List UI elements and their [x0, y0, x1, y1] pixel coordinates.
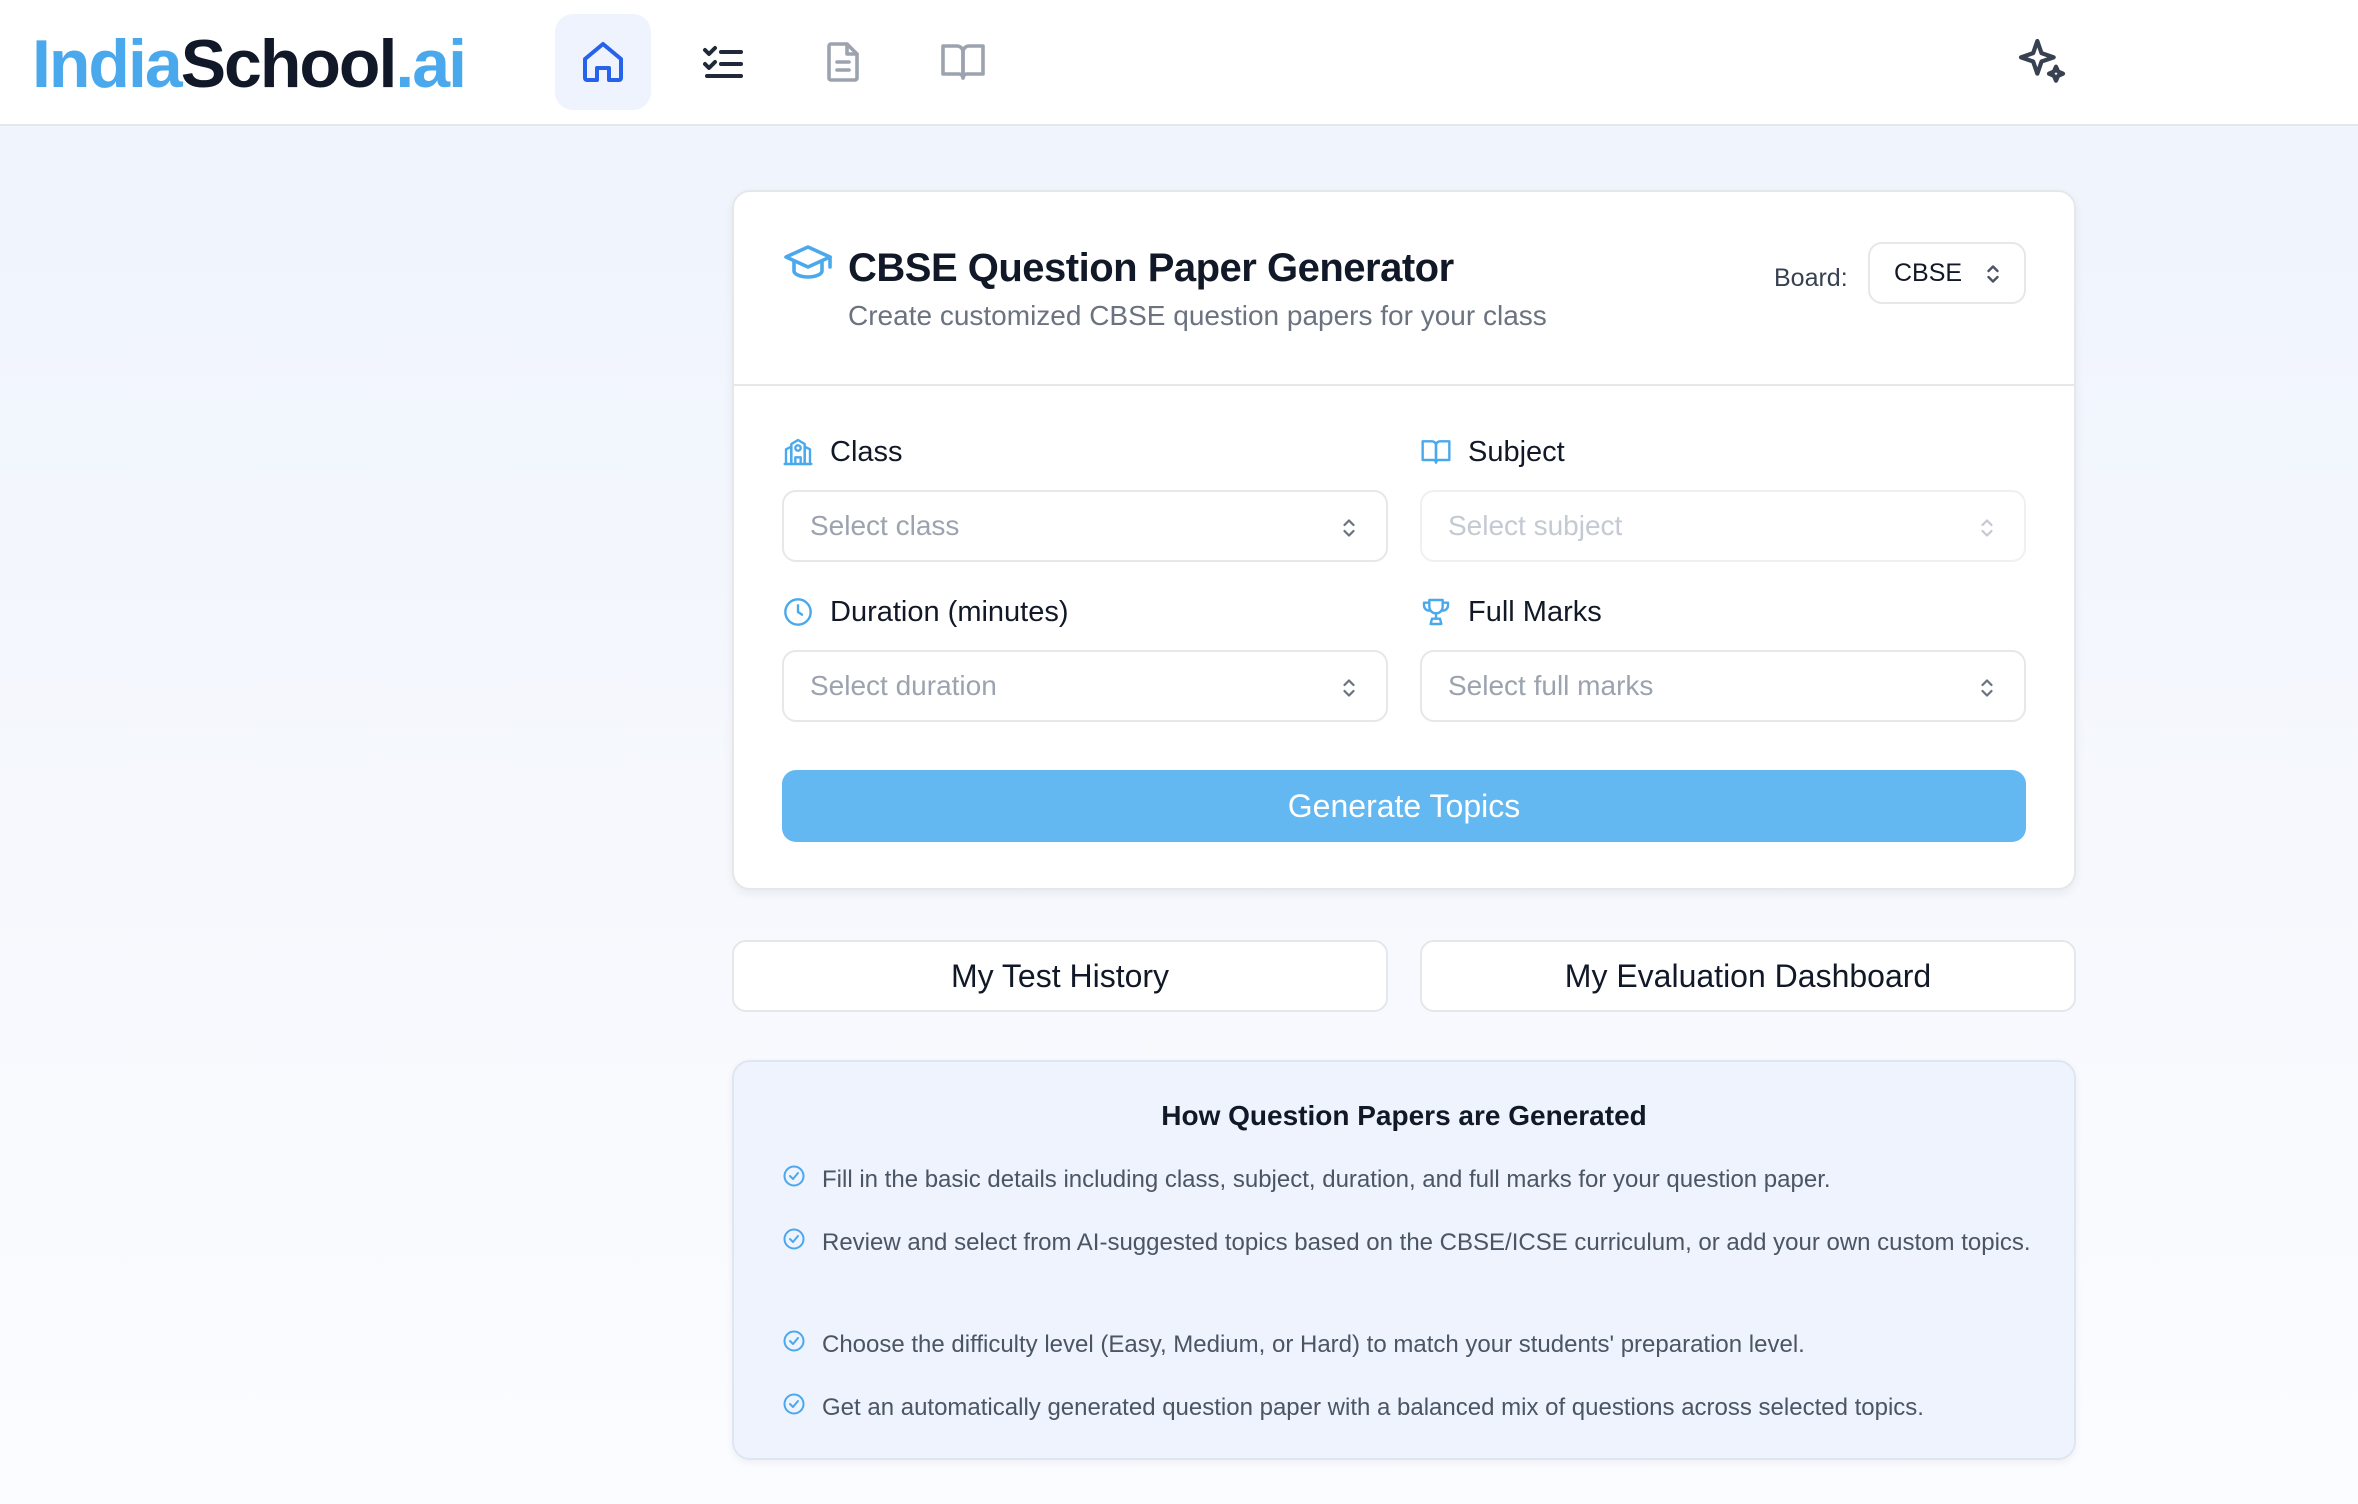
clock-icon [784, 598, 812, 626]
full-marks-placeholder: Select full marks [1448, 670, 1654, 701]
book-open-icon [1421, 440, 1451, 464]
test-history-button[interactable]: My Test History [732, 940, 1388, 1012]
ai-assistant-button[interactable] [2010, 30, 2074, 94]
step-text: Fill in the basic details including clas… [822, 1166, 1831, 1193]
check-circle-icon [783, 1228, 805, 1250]
chevron-updown-icon [1343, 679, 1355, 697]
class-placeholder: Select class [810, 510, 960, 541]
class-label: Class [782, 434, 903, 470]
duration-label: Duration (minutes) [782, 594, 1069, 630]
book-icon [941, 44, 985, 80]
check-circle-icon [783, 1330, 805, 1352]
step-text: Review and select from AI-suggested topi… [822, 1229, 2031, 1256]
graduation-cap-icon [784, 245, 832, 279]
checklist-icon [703, 46, 743, 78]
school-icon [783, 438, 813, 466]
generate-topics-button[interactable]: Generate Topics [782, 770, 2026, 842]
trophy-icon [1422, 598, 1450, 626]
nav-tests-button[interactable] [675, 14, 771, 110]
step-text: Choose the difficulty level (Easy, Mediu… [822, 1331, 1805, 1358]
home-icon [583, 42, 623, 82]
nav-home-button[interactable] [555, 14, 651, 110]
board-value: CBSE [1894, 258, 1963, 287]
subject-placeholder: Select subject [1448, 510, 1623, 541]
how-it-works-panel: How Question Papers are Generated Fill i… [732, 1060, 2076, 1460]
top-bar: IndiaSchool.ai [0, 0, 2358, 126]
sparkles-icon [2018, 38, 2066, 83]
board-label: Board: [1774, 264, 1848, 292]
logo[interactable]: IndiaSchool.ai [32, 24, 467, 104]
nav-papers-button[interactable] [795, 14, 891, 110]
how-it-works-title: How Question Papers are Generated [1161, 1100, 1647, 1131]
subject-label: Subject [1420, 434, 1565, 470]
page-title: CBSE Question Paper Generator [848, 246, 1454, 290]
chevron-updown-icon [1981, 679, 1993, 697]
duration-placeholder: Select duration [810, 670, 997, 701]
chevron-updown-icon [1987, 265, 1999, 283]
step-text: Get an automatically generated question … [822, 1394, 1924, 1421]
nav-library-button[interactable] [915, 14, 1011, 110]
duration-select[interactable]: Select duration [782, 650, 1388, 722]
check-circle-icon [783, 1393, 805, 1415]
class-select[interactable]: Select class [782, 490, 1388, 562]
check-circle-icon [783, 1165, 805, 1187]
full-marks-label: Full Marks [1420, 594, 1602, 630]
chevron-updown-icon [1343, 519, 1355, 537]
evaluation-dashboard-button[interactable]: My Evaluation Dashboard [1420, 940, 2076, 1012]
generator-card: CBSE Question Paper Generator Create cus… [732, 190, 2076, 890]
card-header: CBSE Question Paper Generator Create cus… [734, 192, 2074, 386]
document-icon [827, 42, 859, 82]
page-subtitle: Create customized CBSE question papers f… [848, 300, 1547, 331]
chevron-updown-icon [1981, 519, 1993, 537]
full-marks-select[interactable]: Select full marks [1420, 650, 2026, 722]
subject-select[interactable]: Select subject [1420, 490, 2026, 562]
board-select[interactable]: CBSE [1868, 242, 2026, 304]
